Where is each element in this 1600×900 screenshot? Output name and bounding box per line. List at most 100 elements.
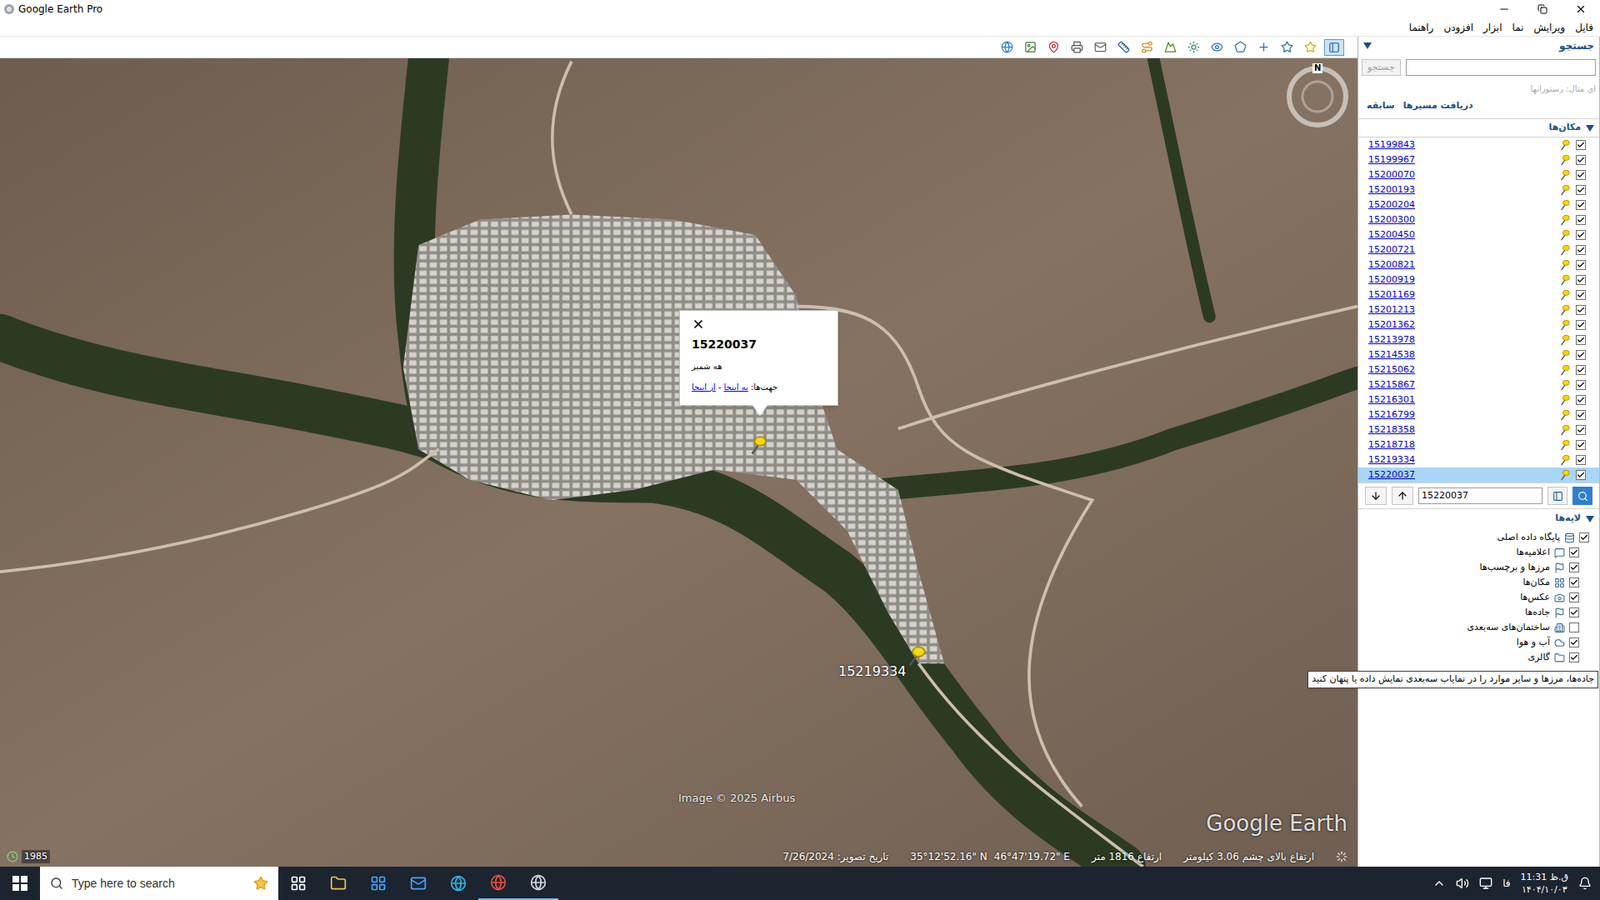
checkbox[interactable] — [1575, 380, 1586, 390]
checkbox[interactable] — [1575, 455, 1586, 465]
places-search-field[interactable]: 15220037 — [1418, 487, 1543, 505]
from-here-link[interactable]: از اینجا — [691, 380, 716, 394]
toolbar-button[interactable] — [1067, 39, 1086, 56]
menu-item[interactable]: نما — [1512, 20, 1525, 35]
map-pin[interactable] — [748, 435, 769, 455]
place-label[interactable]: 15200300 — [1368, 213, 1555, 228]
taskbar-app[interactable] — [478, 866, 519, 900]
menu-item[interactable]: فایل — [1575, 20, 1594, 35]
collapse-icon[interactable] — [1585, 515, 1595, 523]
place-label[interactable]: 15200919 — [1368, 273, 1555, 288]
checkbox[interactable] — [1575, 410, 1586, 420]
menu-item[interactable]: راهنما — [1409, 20, 1435, 35]
collapse-icon[interactable] — [1585, 125, 1595, 132]
place-label[interactable]: 15200204 — [1368, 198, 1555, 213]
place-label[interactable]: 15220037 — [1368, 468, 1555, 483]
toolbar-button[interactable] — [1020, 39, 1040, 56]
checkbox[interactable] — [1575, 140, 1586, 150]
place-label[interactable]: 15201213 — [1368, 303, 1555, 318]
toolbar-button[interactable] — [1207, 39, 1226, 56]
checkbox[interactable] — [1575, 440, 1586, 450]
place-row[interactable]: 15201169 — [1358, 287, 1600, 303]
place-row[interactable]: 15200193 — [1358, 182, 1600, 198]
checkbox[interactable] — [1575, 170, 1586, 180]
compass[interactable]: N — [1285, 65, 1350, 129]
clock[interactable]: ق.ظ 11:31۱۴۰۴/۱۰/۰۳ — [1520, 870, 1569, 896]
map-pin[interactable]: 15219334 — [838, 645, 928, 682]
toolbar-button[interactable] — [1137, 39, 1156, 56]
layer-row[interactable]: گالری — [1358, 650, 1600, 665]
place-row[interactable]: 15218358 — [1358, 422, 1600, 438]
place-label[interactable]: 15216301 — [1368, 393, 1555, 408]
history-button[interactable]: 1985 — [6, 850, 50, 865]
toolbar-button[interactable] — [1254, 39, 1273, 56]
checkbox[interactable] — [1575, 395, 1586, 405]
place-label[interactable]: 15200070 — [1368, 168, 1555, 183]
checkbox[interactable] — [1575, 365, 1586, 375]
place-row[interactable]: 15213978 — [1358, 332, 1600, 348]
taskbar-app[interactable] — [398, 866, 439, 900]
toolbar-button[interactable] — [1230, 39, 1250, 56]
layer-row[interactable]: پایگاه داده اصلی — [1358, 530, 1600, 545]
layers-header[interactable]: لایه‌ها — [1358, 508, 1600, 529]
menu-item[interactable]: ابزار — [1483, 20, 1502, 35]
sidebar-toggle-button[interactable] — [1324, 39, 1345, 56]
menu-item[interactable]: ویرایش — [1533, 20, 1565, 35]
checkbox[interactable] — [1575, 470, 1586, 480]
volume-icon[interactable] — [1455, 876, 1470, 890]
checkbox[interactable] — [1569, 622, 1580, 633]
place-row[interactable]: 15200919 — [1358, 272, 1600, 288]
search-header[interactable]: جستجو — [1358, 36, 1600, 55]
toolbar-button[interactable] — [1277, 39, 1296, 56]
taskbar-search[interactable]: Type here to search — [40, 866, 279, 900]
place-label[interactable]: 15214538 — [1368, 348, 1555, 363]
place-row[interactable]: 15218718 — [1358, 437, 1600, 453]
start-button[interactable] — [0, 866, 40, 900]
network-icon[interactable] — [1479, 876, 1493, 890]
places-header[interactable]: مکان‌ها — [1358, 118, 1600, 137]
move-up-button[interactable] — [1391, 486, 1414, 505]
move-down-button[interactable] — [1365, 486, 1387, 505]
toolbar-button[interactable] — [1184, 39, 1203, 56]
place-label[interactable]: 15201362 — [1368, 318, 1555, 333]
checkbox[interactable] — [1575, 230, 1586, 240]
taskbar-app[interactable] — [318, 866, 359, 900]
checkbox[interactable] — [1575, 290, 1586, 300]
place-row[interactable]: 15219334 — [1358, 452, 1600, 468]
place-label[interactable]: 15213978 — [1368, 333, 1555, 348]
place-label[interactable]: 15200821 — [1368, 258, 1555, 273]
place-row[interactable]: 15216301 — [1358, 392, 1600, 408]
tray-overflow-icon[interactable] — [1432, 876, 1446, 890]
checkbox[interactable] — [1569, 592, 1580, 603]
menu-item[interactable]: افزودن — [1443, 20, 1474, 35]
layer-row[interactable]: مکان‌ها — [1358, 575, 1600, 590]
place-row[interactable]: 15200300 — [1358, 212, 1600, 228]
close-button[interactable] — [1561, 0, 1600, 19]
toolbar-button[interactable] — [1114, 39, 1133, 56]
place-row[interactable]: 15200721 — [1358, 242, 1600, 258]
checkbox[interactable] — [1575, 425, 1586, 435]
layer-row[interactable]: اعلامیه‌ها — [1358, 545, 1600, 560]
checkbox[interactable] — [1575, 320, 1586, 330]
place-row[interactable]: 15201362 — [1358, 317, 1600, 333]
taskbar-app[interactable] — [358, 866, 399, 900]
place-row[interactable]: 15200070 — [1358, 167, 1600, 183]
checkbox[interactable] — [1575, 350, 1586, 360]
place-label[interactable]: 15200193 — [1368, 183, 1555, 198]
checkbox[interactable] — [1575, 215, 1586, 225]
place-label[interactable]: 15219334 — [1368, 453, 1555, 468]
place-label[interactable]: 15199843 — [1368, 138, 1555, 153]
place-row[interactable]: 15216799 — [1358, 407, 1600, 423]
place-label[interactable]: 15218718 — [1368, 438, 1555, 453]
checkbox[interactable] — [1569, 652, 1580, 663]
place-label[interactable]: 15216799 — [1368, 408, 1555, 423]
place-row[interactable]: 15199967 — [1358, 152, 1600, 168]
checkbox[interactable] — [1575, 335, 1586, 345]
restore-button[interactable] — [1523, 0, 1562, 19]
search-button[interactable]: جستجو — [1361, 59, 1401, 76]
checkbox[interactable] — [1569, 577, 1580, 588]
checkbox[interactable] — [1575, 260, 1586, 270]
checkbox[interactable] — [1569, 637, 1580, 648]
split-view-button[interactable] — [1547, 486, 1568, 505]
place-row[interactable]: 15200821 — [1358, 257, 1600, 273]
